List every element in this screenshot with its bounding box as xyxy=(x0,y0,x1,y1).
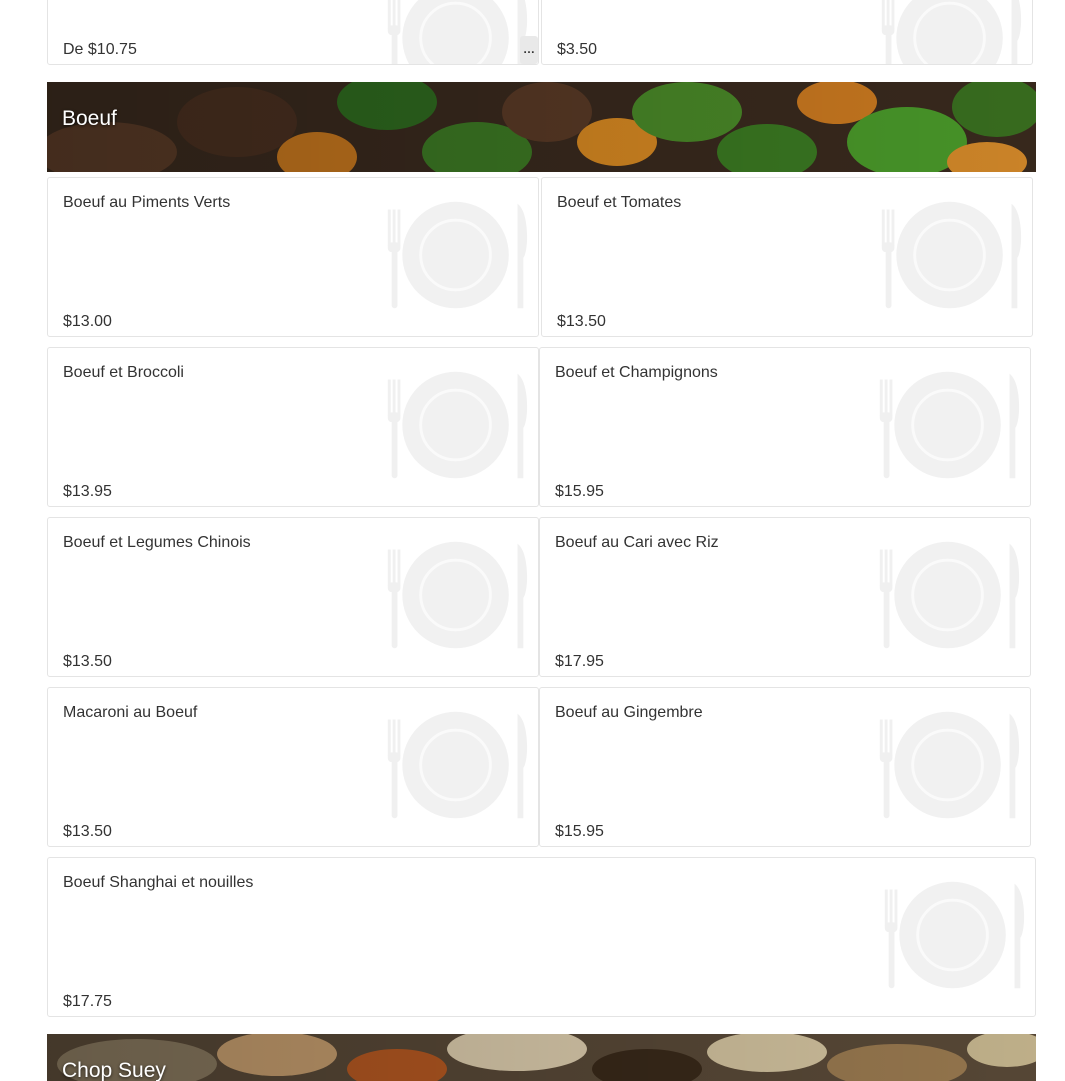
item-price: $13.50 xyxy=(557,313,606,330)
item-name: Boeuf et Tomates xyxy=(557,194,682,211)
menu-item-card[interactable]: Boeuf et Broccoli $13.95 xyxy=(47,347,539,507)
menu-item-card[interactable]: Macaroni au Boeuf $13.50 xyxy=(47,687,539,847)
plate-fork-knife-icon xyxy=(876,0,1026,64)
item-name: Boeuf au Cari avec Riz xyxy=(555,534,719,551)
category-banner-chop-suey: Chop Suey xyxy=(47,1034,1036,1081)
plate-fork-knife-icon xyxy=(874,708,1024,823)
category-banner-boeuf: Boeuf xyxy=(47,82,1036,172)
menu-item-card[interactable]: De $10.75 … xyxy=(47,0,539,65)
item-price: De $10.75 xyxy=(63,41,137,58)
banner-overlay xyxy=(47,82,1036,172)
category-title: Chop Suey xyxy=(62,1059,166,1081)
item-name: Boeuf et Legumes Chinois xyxy=(63,534,251,551)
item-price: $15.95 xyxy=(555,823,604,840)
plate-fork-knife-icon xyxy=(382,198,532,313)
item-name: Macaroni au Boeuf xyxy=(63,704,198,721)
plate-fork-knife-icon xyxy=(382,368,532,483)
item-name: Boeuf et Champignons xyxy=(555,364,718,381)
menu-item-card[interactable]: Boeuf au Gingembre $15.95 xyxy=(539,687,1031,847)
plate-fork-knife-icon xyxy=(879,878,1029,993)
menu-item-card[interactable]: Boeuf et Tomates $13.50 xyxy=(541,177,1033,337)
plate-fork-knife-icon xyxy=(382,0,532,64)
item-price: $13.00 xyxy=(63,313,112,330)
item-price: $13.95 xyxy=(63,483,112,500)
item-price: $17.95 xyxy=(555,653,604,670)
menu-item-card[interactable]: Boeuf au Cari avec Riz $17.95 xyxy=(539,517,1031,677)
plate-fork-knife-icon xyxy=(382,538,532,653)
item-price: $15.95 xyxy=(555,483,604,500)
item-name: Boeuf Shanghai et nouilles xyxy=(63,874,254,891)
menu-item-card[interactable]: $3.50 xyxy=(541,0,1033,65)
plate-fork-knife-icon xyxy=(382,708,532,823)
plate-fork-knife-icon xyxy=(874,538,1024,653)
banner-overlay xyxy=(47,1034,1036,1081)
plate-fork-knife-icon xyxy=(876,198,1026,313)
item-price: $17.75 xyxy=(63,993,112,1010)
item-name: Boeuf au Gingembre xyxy=(555,704,703,721)
item-price: $13.50 xyxy=(63,653,112,670)
menu-item-card[interactable]: Boeuf et Champignons $15.95 xyxy=(539,347,1031,507)
menu-item-card[interactable]: Boeuf et Legumes Chinois $13.50 xyxy=(47,517,539,677)
category-title: Boeuf xyxy=(62,107,117,130)
item-name: Boeuf au Piments Verts xyxy=(63,194,231,211)
menu-item-card[interactable]: Boeuf Shanghai et nouilles $17.75 xyxy=(47,857,1036,1017)
more-options-button[interactable]: … xyxy=(520,36,538,64)
menu-item-card[interactable]: Boeuf au Piments Verts $13.00 xyxy=(47,177,539,337)
item-price: $3.50 xyxy=(557,41,598,58)
item-price: $13.50 xyxy=(63,823,112,840)
item-name: Boeuf et Broccoli xyxy=(63,364,184,381)
plate-fork-knife-icon xyxy=(874,368,1024,483)
